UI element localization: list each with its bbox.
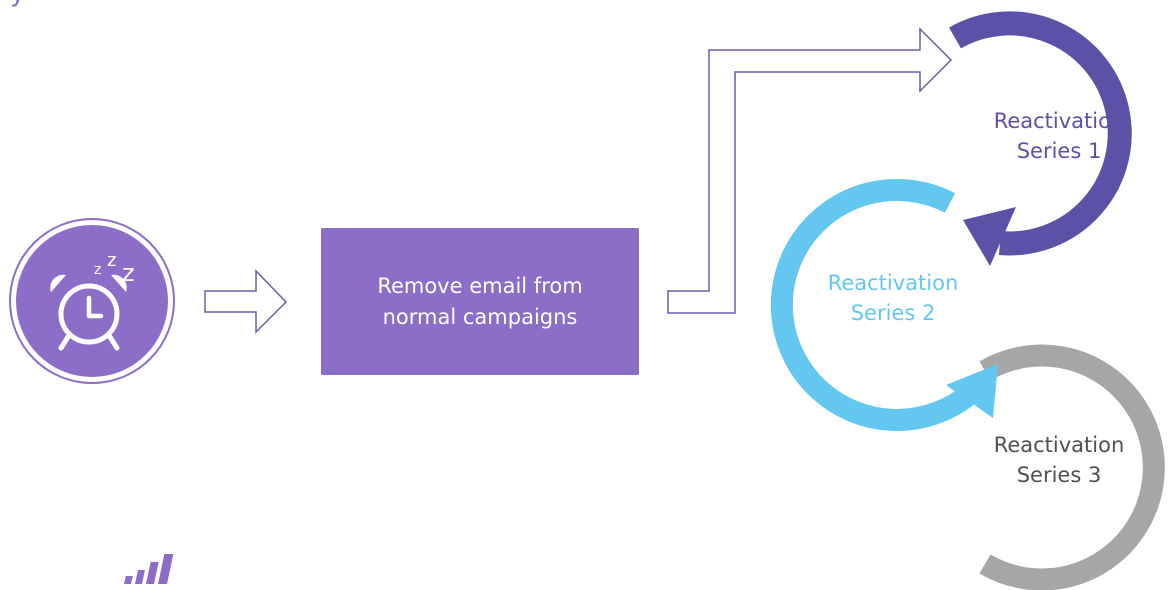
series-2-label: Reactivation Series 2 bbox=[804, 268, 982, 329]
clipped-caption: y bbox=[10, 0, 25, 9]
remove-email-step-box: Remove email from normal campaigns bbox=[321, 228, 639, 375]
series-3-label-line-2: Series 3 bbox=[1016, 463, 1102, 488]
series-1-label-line-2: Series 1 bbox=[1016, 139, 1102, 164]
series-2-label-line-2: Series 2 bbox=[850, 301, 936, 326]
svg-text:z: z bbox=[94, 262, 101, 278]
flow-arrow-1 bbox=[204, 269, 288, 334]
sleeping-alarm-clock-icon: z z z bbox=[9, 218, 175, 384]
series-1-label: Reactivation Series 1 bbox=[970, 106, 1148, 167]
step-label-line-1: Remove email from bbox=[377, 274, 583, 299]
svg-text:z: z bbox=[107, 250, 116, 271]
bars-logo-icon bbox=[123, 554, 174, 584]
series-1-label-line-1: Reactivation bbox=[993, 109, 1125, 133]
series-3-label-line-1: Reactivation bbox=[993, 433, 1125, 457]
step-label-line-2: normal campaigns bbox=[382, 304, 578, 329]
series-2-label-line-1: Reactivation bbox=[827, 271, 959, 295]
series-3-label: Reactivation Series 3 bbox=[970, 430, 1148, 491]
svg-text:z: z bbox=[122, 259, 135, 287]
